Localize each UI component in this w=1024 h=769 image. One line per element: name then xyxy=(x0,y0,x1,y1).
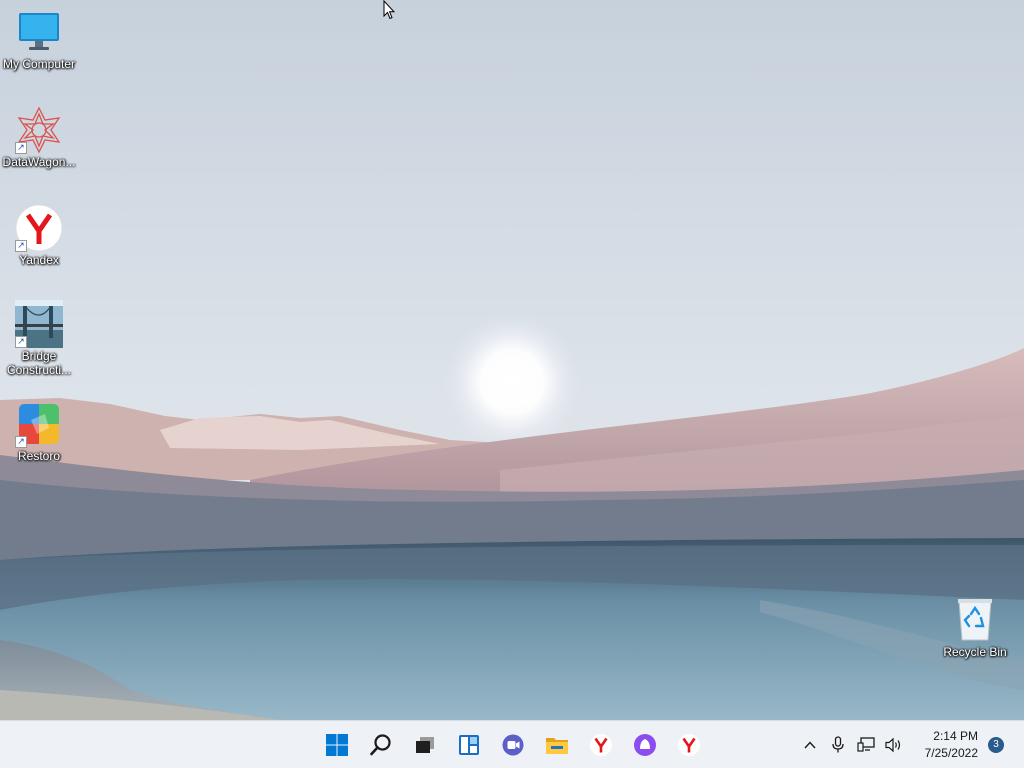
system-tray: 2:14 PM 7/25/2022 3 xyxy=(796,721,1024,769)
yandex-icon: ↗ xyxy=(15,204,63,252)
task-view-button[interactable] xyxy=(403,723,447,767)
task-view-icon xyxy=(416,737,434,753)
microphone-icon xyxy=(832,736,844,753)
desktop-icon-bridge-construction[interactable]: ↗ Bridge Constructi... xyxy=(1,300,77,377)
monitor-icon xyxy=(15,8,63,56)
taskbar-pinned-apps xyxy=(315,721,711,769)
speaker-icon xyxy=(885,737,901,753)
network-button[interactable] xyxy=(852,725,880,765)
start-button[interactable] xyxy=(315,723,359,767)
desktop-icon-label: My Computer xyxy=(2,57,76,71)
recycle-bin-icon xyxy=(951,596,999,644)
desktop-icon-label: Restoro xyxy=(17,449,61,463)
search-icon xyxy=(370,734,391,756)
desktop-icon-restoro[interactable]: ↗ Restoro xyxy=(1,400,77,463)
shortcut-arrow-icon: ↗ xyxy=(15,142,27,154)
clock-time: 2:14 PM xyxy=(933,729,978,743)
widgets-icon xyxy=(459,735,479,755)
show-hidden-icons-button[interactable] xyxy=(796,725,824,765)
shortcut-arrow-icon: ↗ xyxy=(15,336,27,348)
yandex-icon xyxy=(678,734,700,756)
widgets-button[interactable] xyxy=(447,723,491,767)
alice-assistant-icon xyxy=(634,734,656,756)
search-button[interactable] xyxy=(359,723,403,767)
windows-logo-icon xyxy=(326,734,348,756)
folder-icon xyxy=(546,738,568,754)
mouse-cursor-icon xyxy=(383,0,396,25)
yandex-browser-button-2[interactable] xyxy=(667,723,711,767)
desktop-icon-datawagon[interactable]: ↗ DataWagon... xyxy=(1,106,77,169)
shortcut-arrow-icon: ↗ xyxy=(15,436,27,448)
desktop-icon-label: Yandex xyxy=(19,253,59,267)
desktop-wallpaper xyxy=(0,0,1024,720)
chat-button[interactable] xyxy=(491,723,535,767)
taskbar: 2:14 PM 7/25/2022 3 xyxy=(0,720,1024,768)
file-explorer-button[interactable] xyxy=(535,723,579,767)
bridge-game-icon: ↗ xyxy=(15,300,63,348)
clock[interactable]: 2:14 PM 7/25/2022 xyxy=(908,728,978,762)
notification-count-badge[interactable]: 3 xyxy=(988,737,1004,753)
yandex-icon xyxy=(590,734,612,756)
alice-assistant-button[interactable] xyxy=(623,723,667,767)
desktop-icon-my-computer[interactable]: My Computer xyxy=(1,8,77,71)
desktop-icon-yandex[interactable]: ↗ Yandex xyxy=(1,204,77,267)
network-icon xyxy=(857,737,875,752)
microphone-button[interactable] xyxy=(824,725,852,765)
datawagon-icon: ↗ xyxy=(15,106,63,154)
restoro-icon: ↗ xyxy=(15,400,63,448)
desktop-icon-label: Recycle Bin xyxy=(943,645,1007,659)
desktop-icon-recycle-bin[interactable]: Recycle Bin xyxy=(937,596,1013,659)
teams-chat-icon xyxy=(502,734,524,756)
desktop-icon-label: DataWagon... xyxy=(2,155,76,169)
yandex-browser-button[interactable] xyxy=(579,723,623,767)
shortcut-arrow-icon: ↗ xyxy=(15,240,27,252)
chevron-up-icon xyxy=(804,741,816,749)
clock-date: 7/25/2022 xyxy=(924,746,978,760)
desktop-icon-label: Bridge Constructi... xyxy=(6,349,72,377)
volume-button[interactable] xyxy=(880,725,908,765)
